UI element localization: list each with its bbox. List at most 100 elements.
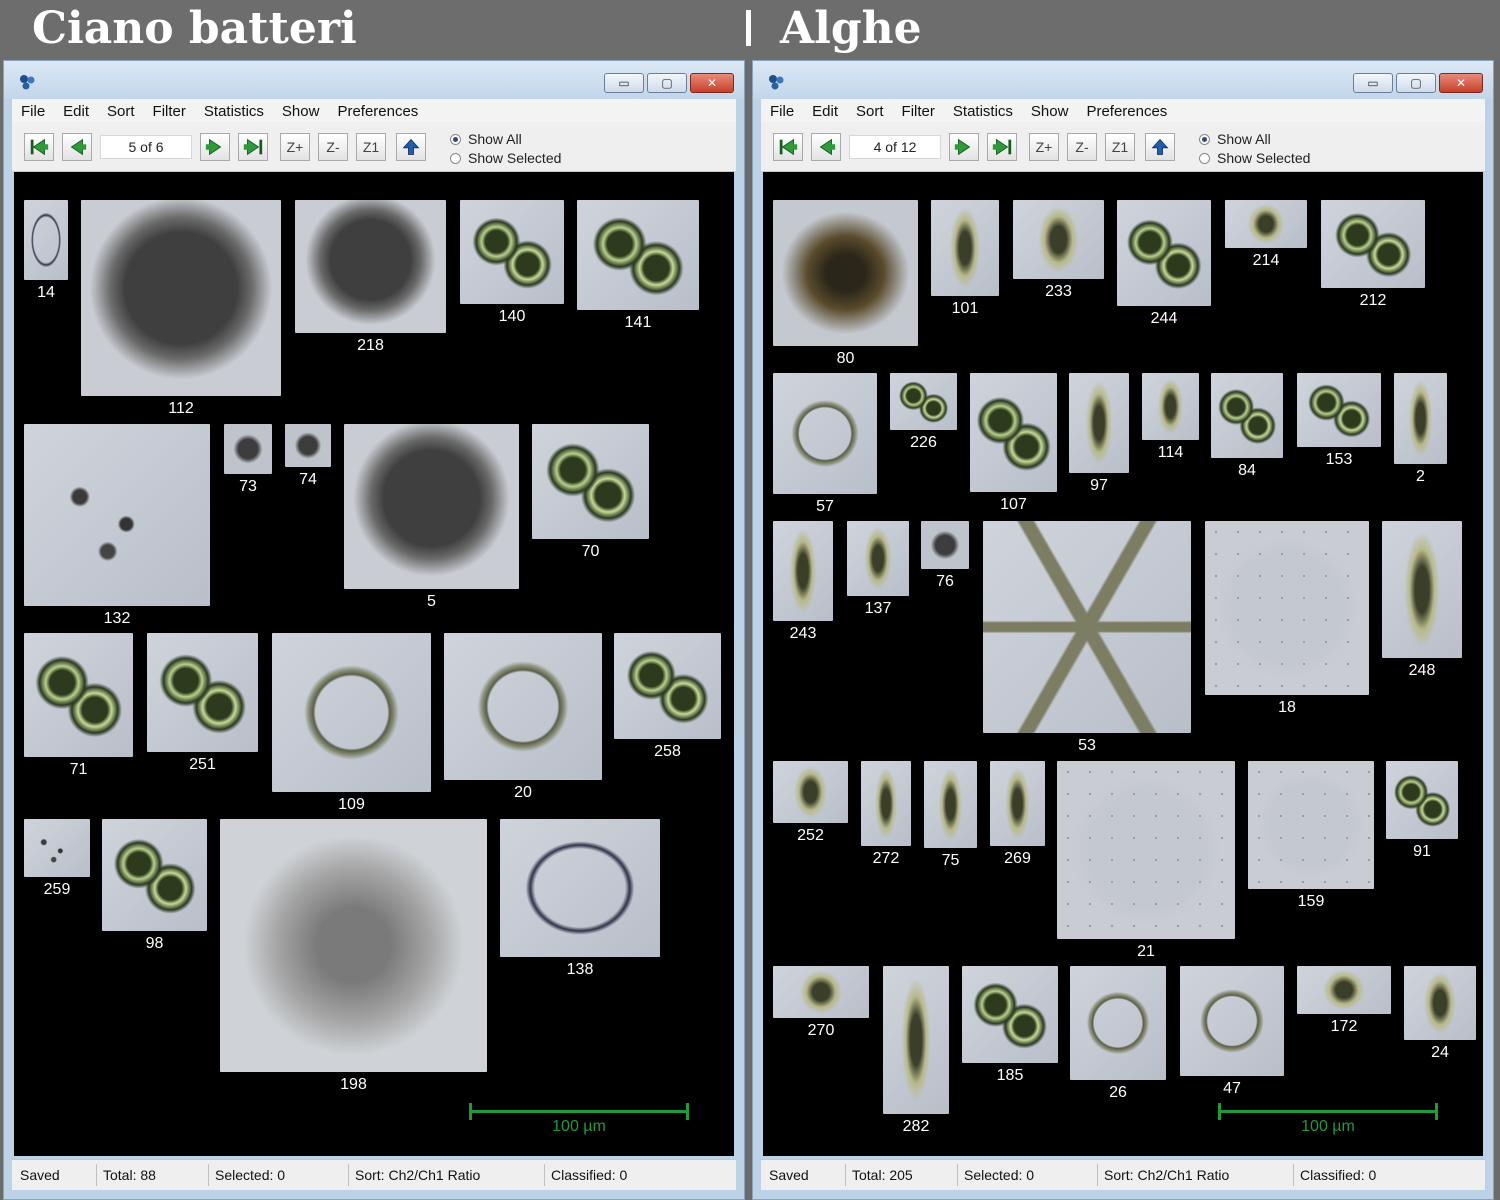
particle-image[interactable] <box>1386 761 1458 839</box>
particle-image[interactable] <box>220 819 487 1072</box>
minimize-button[interactable]: ▭ <box>1353 73 1393 93</box>
particle-image[interactable] <box>285 424 331 467</box>
menu-statistics[interactable]: Statistics <box>944 103 1022 120</box>
up-arrow-icon[interactable] <box>396 133 426 161</box>
show-selected-radio[interactable]: Show Selected <box>1199 150 1310 166</box>
zoom-in-button[interactable]: Z+ <box>1029 133 1059 161</box>
particle-image[interactable] <box>962 966 1058 1063</box>
close-button[interactable]: ✕ <box>690 73 734 93</box>
particle-image[interactable] <box>1069 373 1129 473</box>
particle-image[interactable] <box>990 761 1045 846</box>
particle-image[interactable] <box>883 966 949 1114</box>
last-page-icon[interactable] <box>238 133 268 161</box>
particle-image[interactable] <box>970 373 1057 492</box>
menu-edit[interactable]: Edit <box>803 103 847 120</box>
zoom-reset-button[interactable]: Z1 <box>1105 133 1135 161</box>
menu-file[interactable]: File <box>761 103 803 120</box>
particle-image[interactable] <box>577 200 699 310</box>
particle-image[interactable] <box>861 761 911 846</box>
particle-image[interactable] <box>224 424 272 474</box>
menu-sort[interactable]: Sort <box>847 103 893 120</box>
particle-image[interactable] <box>1225 200 1307 248</box>
maximize-button[interactable]: ▢ <box>647 73 687 93</box>
particle-id-label: 132 <box>103 610 131 627</box>
menu-preferences[interactable]: Preferences <box>328 103 427 120</box>
next-page-icon[interactable] <box>949 133 979 161</box>
particle-image[interactable] <box>931 200 999 296</box>
particle-image[interactable] <box>1394 373 1447 464</box>
particle-image[interactable] <box>344 424 519 589</box>
particle-image[interactable] <box>1180 966 1284 1076</box>
menu-filter[interactable]: Filter <box>144 103 195 120</box>
particle-image[interactable] <box>1057 761 1235 939</box>
particle-image[interactable] <box>1382 521 1462 658</box>
particle-image[interactable] <box>444 633 602 780</box>
menu-preferences[interactable]: Preferences <box>1077 103 1176 120</box>
minimize-button[interactable]: ▭ <box>604 73 644 93</box>
first-page-icon[interactable] <box>773 133 803 161</box>
zoom-out-button[interactable]: Z- <box>1067 133 1097 161</box>
particle-image[interactable] <box>24 424 210 606</box>
particle-image[interactable] <box>921 521 969 569</box>
particle-image[interactable] <box>1297 966 1391 1014</box>
particle-image[interactable] <box>1117 200 1211 306</box>
menu-sort[interactable]: Sort <box>98 103 144 120</box>
particle-image[interactable] <box>24 200 68 280</box>
status-total: Total: 205 <box>845 1164 955 1186</box>
particle-image[interactable] <box>1211 373 1283 458</box>
menu-show[interactable]: Show <box>273 103 329 120</box>
next-page-icon[interactable] <box>200 133 230 161</box>
previous-page-icon[interactable] <box>62 133 92 161</box>
particle-image[interactable] <box>773 521 833 621</box>
particle-id-label: 114 <box>1157 444 1184 461</box>
menu-edit[interactable]: Edit <box>54 103 98 120</box>
particle-image[interactable] <box>773 200 918 346</box>
zoom-out-button[interactable]: Z- <box>318 133 348 161</box>
maximize-button[interactable]: ▢ <box>1396 73 1436 93</box>
first-page-icon[interactable] <box>24 133 54 161</box>
particle-image[interactable] <box>1297 373 1381 447</box>
up-arrow-icon[interactable] <box>1145 133 1175 161</box>
previous-page-icon[interactable] <box>811 133 841 161</box>
menu-file[interactable]: File <box>12 103 54 120</box>
particle-image[interactable] <box>81 200 281 396</box>
zoom-reset-button[interactable]: Z1 <box>356 133 386 161</box>
particle-image[interactable] <box>102 819 207 931</box>
particle-image[interactable] <box>24 633 133 757</box>
zoom-in-button[interactable]: Z+ <box>280 133 310 161</box>
particle-id-label: 138 <box>566 961 594 978</box>
particle-image[interactable] <box>890 373 957 430</box>
particle-image[interactable] <box>500 819 660 957</box>
particle-image[interactable] <box>773 966 869 1018</box>
particle-image[interactable] <box>272 633 431 792</box>
particle-image[interactable] <box>1205 521 1369 695</box>
particle-image[interactable] <box>1142 373 1199 440</box>
particle-image[interactable] <box>1321 200 1425 288</box>
particle-image[interactable] <box>773 761 848 823</box>
particle-image[interactable] <box>1248 761 1374 889</box>
particle-image[interactable] <box>773 373 877 494</box>
particle-id-label: 243 <box>789 625 817 642</box>
particle-image[interactable] <box>24 819 90 877</box>
particle-image[interactable] <box>1013 200 1104 279</box>
particle-image[interactable] <box>983 521 1191 733</box>
particle-image[interactable] <box>614 633 721 739</box>
figure-header: Ciano batteri Alghe <box>0 0 1500 60</box>
menu-filter[interactable]: Filter <box>893 103 944 120</box>
last-page-icon[interactable] <box>987 133 1017 161</box>
close-button[interactable]: ✕ <box>1439 73 1483 93</box>
menu-show[interactable]: Show <box>1022 103 1078 120</box>
particle-image[interactable] <box>924 761 977 848</box>
particle-image[interactable] <box>147 633 258 752</box>
menu-statistics[interactable]: Statistics <box>195 103 273 120</box>
particle-image[interactable] <box>460 200 564 304</box>
particle-image[interactable] <box>532 424 649 539</box>
particle-image[interactable] <box>1404 966 1476 1040</box>
particle-image[interactable] <box>1070 966 1166 1080</box>
app-icon <box>16 71 38 93</box>
show-all-radio[interactable]: Show All <box>1199 131 1271 147</box>
particle-image[interactable] <box>295 200 446 333</box>
show-selected-radio[interactable]: Show Selected <box>450 150 561 166</box>
particle-image[interactable] <box>847 521 909 596</box>
show-all-radio[interactable]: Show All <box>450 131 522 147</box>
